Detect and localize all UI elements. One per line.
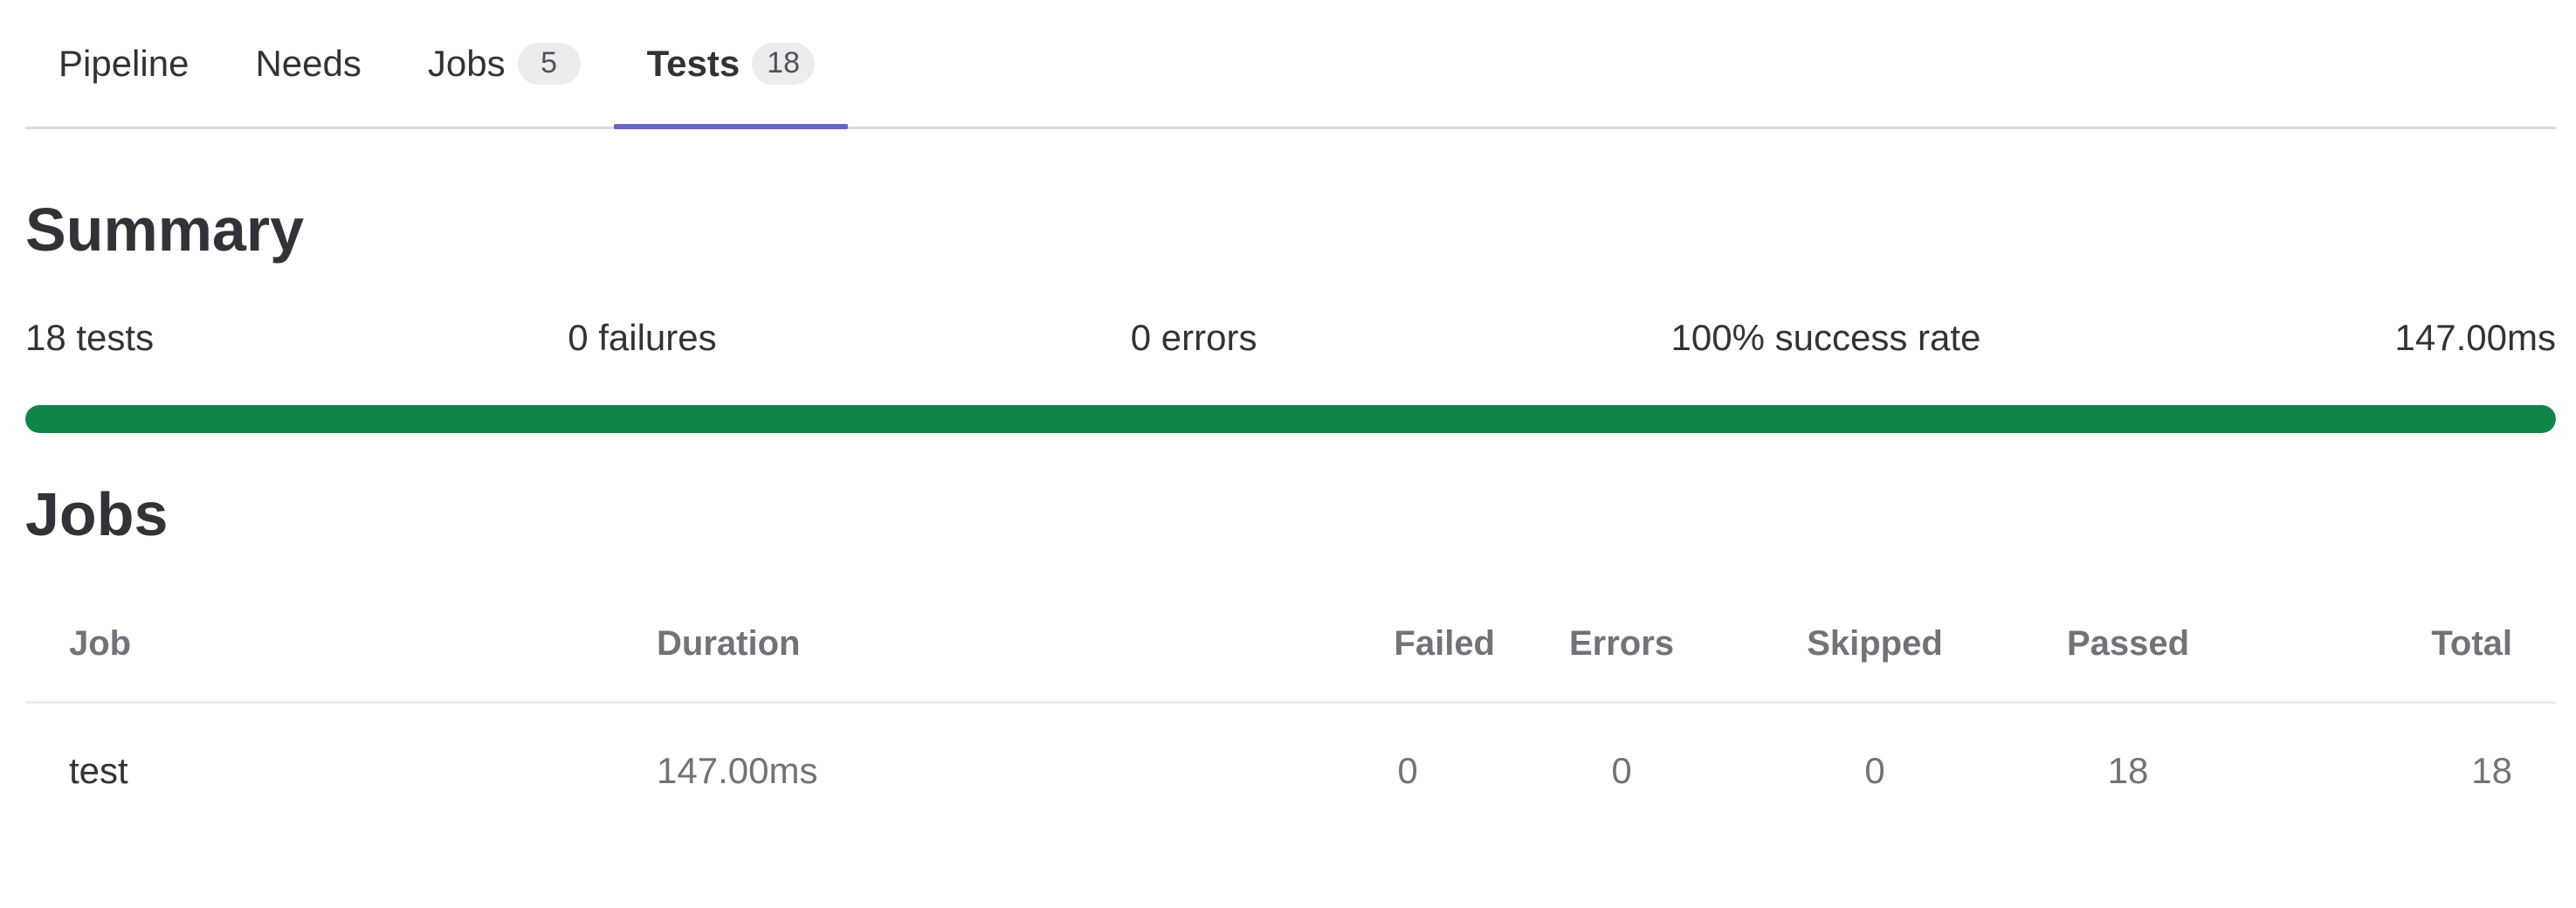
- column-header-errors: Errors: [1568, 624, 1675, 663]
- summary-stats: 18 tests 0 failures 0 errors 100% succes…: [25, 317, 2556, 358]
- passed-cell: 18: [2107, 750, 2149, 791]
- tab-jobs[interactable]: Jobs 5: [395, 0, 614, 127]
- column-header-failed: Failed: [1394, 624, 1495, 663]
- pipeline-page: Pipeline Needs Jobs 5 Tests 18 Summary 1…: [25, 0, 2556, 791]
- tab-tests-label: Tests: [646, 42, 740, 84]
- success-progress-bar: [25, 405, 2556, 433]
- tab-pipeline-label: Pipeline: [59, 42, 189, 84]
- tab-jobs-count-badge: 5: [517, 42, 581, 85]
- tab-jobs-label: Jobs: [427, 42, 506, 84]
- summary-heading: Summary: [25, 196, 305, 264]
- column-header-total: Total: [2431, 624, 2512, 663]
- skipped-cell: 0: [1864, 750, 1885, 791]
- tab-pipeline[interactable]: Pipeline: [25, 0, 222, 127]
- column-header-job: Job: [69, 624, 132, 663]
- pipeline-tabs: Pipeline Needs Jobs 5 Tests 18: [25, 0, 2556, 129]
- column-header-skipped: Skipped: [1807, 624, 1943, 663]
- tab-needs[interactable]: Needs: [222, 0, 394, 127]
- summary-tests-count: 18 tests: [25, 317, 155, 358]
- duration-cell: 147.00ms: [657, 750, 818, 791]
- summary-errors-count: 0 errors: [1130, 317, 1257, 358]
- jobs-table-header: Job Duration Failed Errors Skipped Passe…: [25, 587, 2556, 704]
- jobs-heading: Jobs: [25, 480, 169, 548]
- total-cell: 18: [2471, 750, 2512, 791]
- tab-tests[interactable]: Tests 18: [613, 0, 849, 129]
- failed-cell: 0: [1397, 750, 1418, 791]
- success-progress-fill: [25, 405, 2556, 433]
- summary-duration: 147.00ms: [2394, 317, 2556, 358]
- column-header-passed: Passed: [2066, 624, 2190, 663]
- jobs-table: Job Duration Failed Errors Skipped Passe…: [25, 587, 2556, 838]
- table-row[interactable]: test 147.00ms 0 0 0 18 18: [25, 704, 2556, 838]
- column-header-duration: Duration: [657, 624, 801, 663]
- tab-tests-count-badge: 18: [752, 42, 816, 85]
- summary-success-rate: 100% success rate: [1670, 317, 1981, 358]
- summary-failures-count: 0 failures: [568, 317, 717, 358]
- errors-cell: 0: [1611, 750, 1632, 791]
- tab-needs-label: Needs: [255, 42, 362, 84]
- job-name-cell: test: [69, 750, 128, 791]
